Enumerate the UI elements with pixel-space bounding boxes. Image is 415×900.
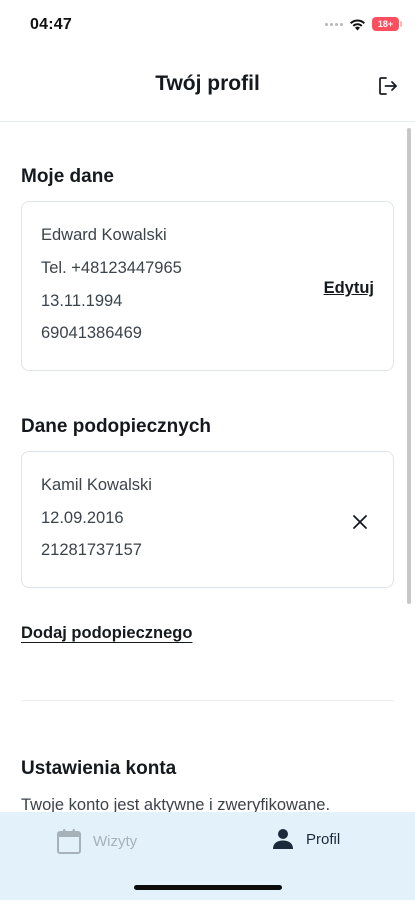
header: Twój profil [0,50,415,122]
user-birth-date: 13.11.1994 [41,292,123,310]
add-dependent-link[interactable]: Dodaj podopiecznego [21,624,192,643]
user-pesel: 69041386469 [41,324,142,342]
profile-content[interactable]: Moje dane Edward Kowalski Tel. +48123447… [0,122,415,812]
my-data-card: Edward Kowalski Tel. +48123447965 13.11.… [21,201,394,371]
user-icon [273,829,293,849]
remove-dependent-button[interactable] [349,511,371,533]
my-data-title: Moje dane [21,166,114,187]
nav-visits[interactable]: Wizyty [57,828,137,854]
dependent-birth-date: 12.09.2016 [41,509,124,527]
page-title: Twój profil [155,72,260,95]
status-time: 04:47 [30,16,72,33]
wifi-icon [350,18,365,30]
logout-button[interactable] [375,73,401,99]
home-indicator [134,885,282,890]
nav-profile[interactable]: Profil [272,828,340,850]
nav-profile-label: Profil [306,830,341,848]
logout-icon [379,77,397,95]
scrollbar[interactable] [407,128,411,604]
account-settings-title: Ustawienia konta [21,758,177,779]
dependent-pesel: 21281737157 [41,541,142,559]
edit-profile-button[interactable]: Edytuj [324,279,374,298]
nav-visits-label: Wizyty [93,832,138,850]
account-status-text: Twoje konto jest aktywne i zweryfikowane… [21,796,331,812]
dependent-card: Kamil Kowalski 12.09.2016 21281737157 [21,451,394,588]
section-divider [21,700,394,701]
bottom-navigation: Wizyty Profil [0,812,415,900]
battery-icon: 18+ [372,17,402,31]
signal-icon [325,22,343,26]
user-phone: Tel. +48123447965 [41,259,182,277]
dependent-name: Kamil Kowalski [41,476,152,494]
calendar-icon [57,829,81,854]
dependents-title: Dane podopiecznych [21,416,212,437]
close-icon [353,515,367,529]
status-bar: 04:47 18+ [0,0,415,50]
status-indicators: 18+ [325,17,402,31]
user-name: Edward Kowalski [41,226,167,244]
